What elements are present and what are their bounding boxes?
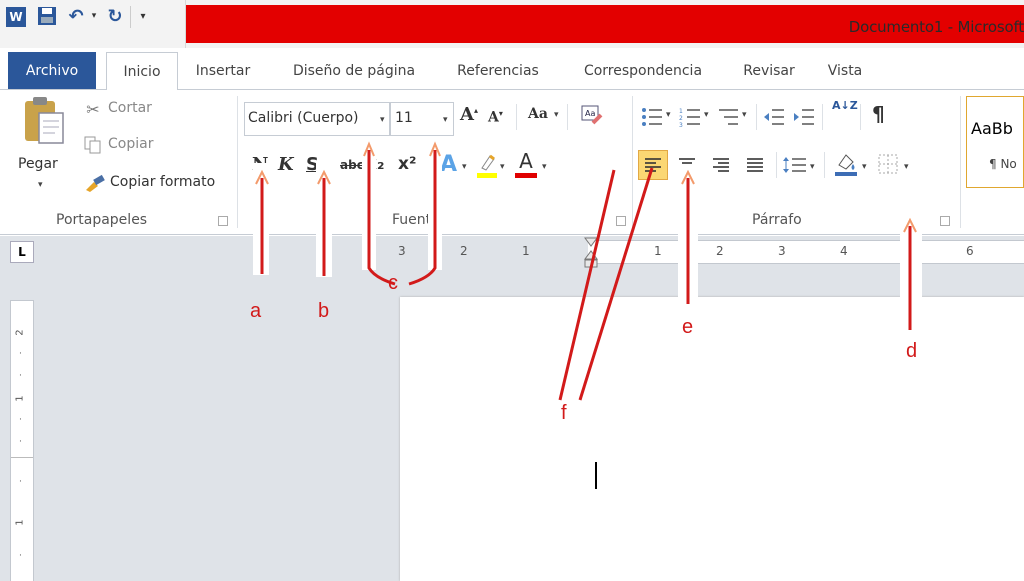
annotation-label-e: e <box>682 316 694 338</box>
annotation-label-d: d <box>906 340 918 362</box>
annotation-arrow-f <box>558 167 654 401</box>
word-window: W ↶ ▾ ↻ ▾ Documento1 - Microsoft Archivo… <box>0 0 1024 581</box>
annotation-label-b: b <box>318 300 330 322</box>
annotation-overlay <box>255 141 917 401</box>
annotation-arrow-b <box>317 169 331 276</box>
annotation-arrow-e <box>681 169 695 304</box>
annotation-label-c: c <box>388 272 398 294</box>
annotation-arrow-c <box>363 141 441 286</box>
annotation-arrow-d <box>903 217 917 330</box>
annotation-label-a: a <box>250 300 262 322</box>
annotation-arrow-a <box>255 169 269 274</box>
annotation-label-f: f <box>561 402 567 424</box>
